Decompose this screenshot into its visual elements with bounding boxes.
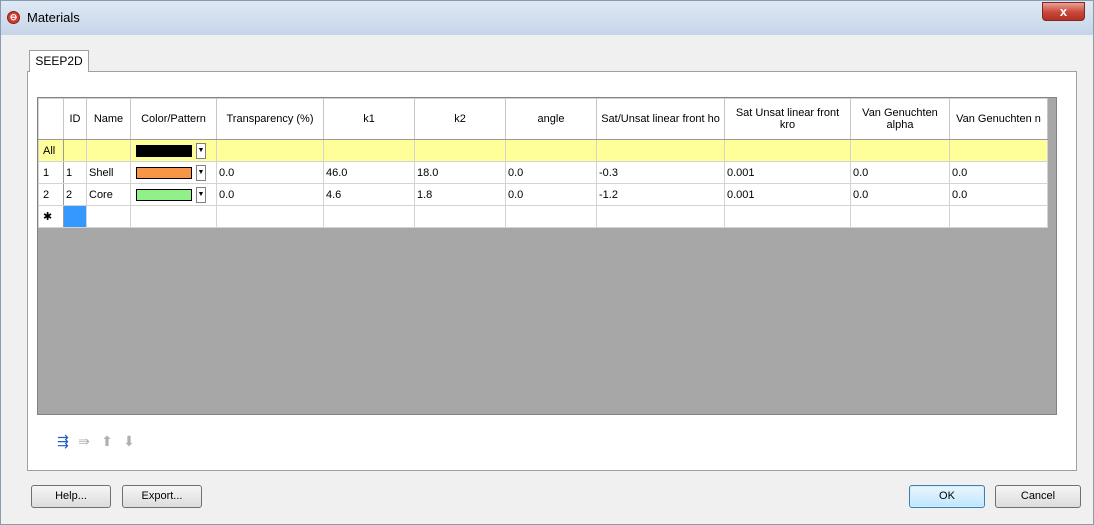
dialog-client: SEEP2D ID Name Color/Pattern Transparenc…: [8, 35, 1086, 519]
cell-alpha[interactable]: 0.0: [850, 161, 950, 184]
cell-n[interactable]: [949, 139, 1048, 162]
cell-angle[interactable]: [505, 139, 597, 162]
row-header[interactable]: 1: [38, 161, 64, 184]
cell-color[interactable]: ▼: [130, 139, 217, 162]
header-corner: [38, 98, 64, 140]
cell-n[interactable]: 0.0: [949, 161, 1048, 184]
cell-k2[interactable]: [414, 205, 506, 228]
row-header[interactable]: 2: [38, 183, 64, 206]
title-bar: ⊖ Materials x: [1, 1, 1093, 35]
color-picker[interactable]: ▼: [133, 164, 214, 182]
move-down-icon[interactable]: ⬇: [120, 432, 138, 450]
cell-transparency[interactable]: [216, 139, 324, 162]
cell-alpha[interactable]: [850, 139, 950, 162]
new-row: ✱: [38, 205, 1048, 228]
cell-k2[interactable]: 1.8: [414, 183, 506, 206]
color-swatch[interactable]: [136, 166, 192, 179]
color-swatch[interactable]: [136, 144, 192, 157]
header-k2[interactable]: k2: [414, 98, 506, 140]
cell-color[interactable]: [130, 205, 217, 228]
cell-color[interactable]: ▼: [130, 161, 217, 184]
cell-k1[interactable]: 4.6: [323, 183, 415, 206]
cell-ho[interactable]: [596, 205, 725, 228]
header-ho[interactable]: Sat/Unsat linear front ho: [596, 98, 725, 140]
insert-row-icon[interactable]: ⇶: [54, 432, 72, 450]
cell-k2[interactable]: [414, 139, 506, 162]
cell-ho[interactable]: -1.2: [596, 183, 725, 206]
header-row: ID Name Color/Pattern Transparency (%) k…: [38, 98, 1048, 140]
cell-name[interactable]: Shell: [86, 161, 131, 184]
chevron-down-icon[interactable]: ▼: [196, 164, 206, 181]
color-picker[interactable]: ▼: [133, 142, 214, 160]
move-up-icon[interactable]: ⬆: [98, 432, 116, 450]
cell-kro[interactable]: 0.001: [724, 161, 851, 184]
header-n[interactable]: Van Genuchten n: [949, 98, 1048, 140]
cell-id[interactable]: [63, 139, 87, 162]
cell-kro[interactable]: [724, 205, 851, 228]
header-transparency[interactable]: Transparency (%): [216, 98, 324, 140]
cell-k2[interactable]: 18.0: [414, 161, 506, 184]
tab-seep2d[interactable]: SEEP2D: [29, 50, 89, 72]
cell-color[interactable]: ▼: [130, 183, 217, 206]
cell-ho[interactable]: -0.3: [596, 161, 725, 184]
cell-name[interactable]: Core: [86, 183, 131, 206]
cell-k1[interactable]: [323, 139, 415, 162]
header-alpha[interactable]: Van Genuchten alpha: [850, 98, 950, 140]
cell-k1[interactable]: [323, 205, 415, 228]
cell-n[interactable]: [949, 205, 1048, 228]
window-title: Materials: [27, 10, 80, 25]
close-button[interactable]: x: [1042, 2, 1085, 21]
export-button[interactable]: Export...: [122, 485, 202, 508]
cell-alpha[interactable]: [850, 205, 950, 228]
cell-transparency[interactable]: 0.0: [216, 161, 324, 184]
header-id[interactable]: ID: [63, 98, 87, 140]
cancel-button[interactable]: Cancel: [995, 485, 1081, 508]
cell-alpha[interactable]: 0.0: [850, 183, 950, 206]
cell-angle[interactable]: 0.0: [505, 161, 597, 184]
materials-grid[interactable]: ID Name Color/Pattern Transparency (%) k…: [37, 97, 1057, 415]
row-header-all[interactable]: All: [38, 139, 64, 162]
color-swatch[interactable]: [136, 188, 192, 201]
chevron-down-icon[interactable]: ▼: [196, 186, 206, 203]
help-button[interactable]: Help...: [31, 485, 111, 508]
ok-button[interactable]: OK: [909, 485, 985, 508]
cell-angle[interactable]: 0.0: [505, 183, 597, 206]
cell-kro[interactable]: 0.001: [724, 183, 851, 206]
header-name[interactable]: Name: [86, 98, 131, 140]
table-row: 1 1 Shell ▼ 0.0 46.0 18.0 0.0 -0.3 0.001…: [38, 161, 1048, 184]
header-color-pattern[interactable]: Color/Pattern: [130, 98, 217, 140]
header-angle[interactable]: angle: [505, 98, 597, 140]
cell-name[interactable]: [86, 139, 131, 162]
cell-id[interactable]: 1: [63, 161, 87, 184]
chevron-down-icon[interactable]: ▼: [196, 142, 206, 159]
cell-n[interactable]: 0.0: [949, 183, 1048, 206]
header-k1[interactable]: k1: [323, 98, 415, 140]
cell-k1[interactable]: 46.0: [323, 161, 415, 184]
row-header-new[interactable]: ✱: [38, 205, 64, 228]
cell-name[interactable]: [86, 205, 131, 228]
cell-id[interactable]: 2: [63, 183, 87, 206]
cell-id[interactable]: [63, 205, 87, 228]
cell-transparency[interactable]: 0.0: [216, 183, 324, 206]
materials-table: ID Name Color/Pattern Transparency (%) k…: [38, 98, 1048, 228]
materials-dialog: ⊖ Materials x SEEP2D ID Name Color/Patte…: [0, 0, 1094, 525]
table-row: 2 2 Core ▼ 0.0 4.6 1.8 0.0 -1.2 0.001 0.…: [38, 183, 1048, 206]
cell-ho[interactable]: [596, 139, 725, 162]
header-kro[interactable]: Sat Unsat linear front kro: [724, 98, 851, 140]
all-row: All ▼: [38, 139, 1048, 162]
cell-kro[interactable]: [724, 139, 851, 162]
cell-angle[interactable]: [505, 205, 597, 228]
app-icon: ⊖: [7, 11, 20, 24]
append-row-icon[interactable]: ⇛: [75, 432, 93, 450]
color-picker[interactable]: ▼: [133, 186, 214, 204]
cell-transparency[interactable]: [216, 205, 324, 228]
